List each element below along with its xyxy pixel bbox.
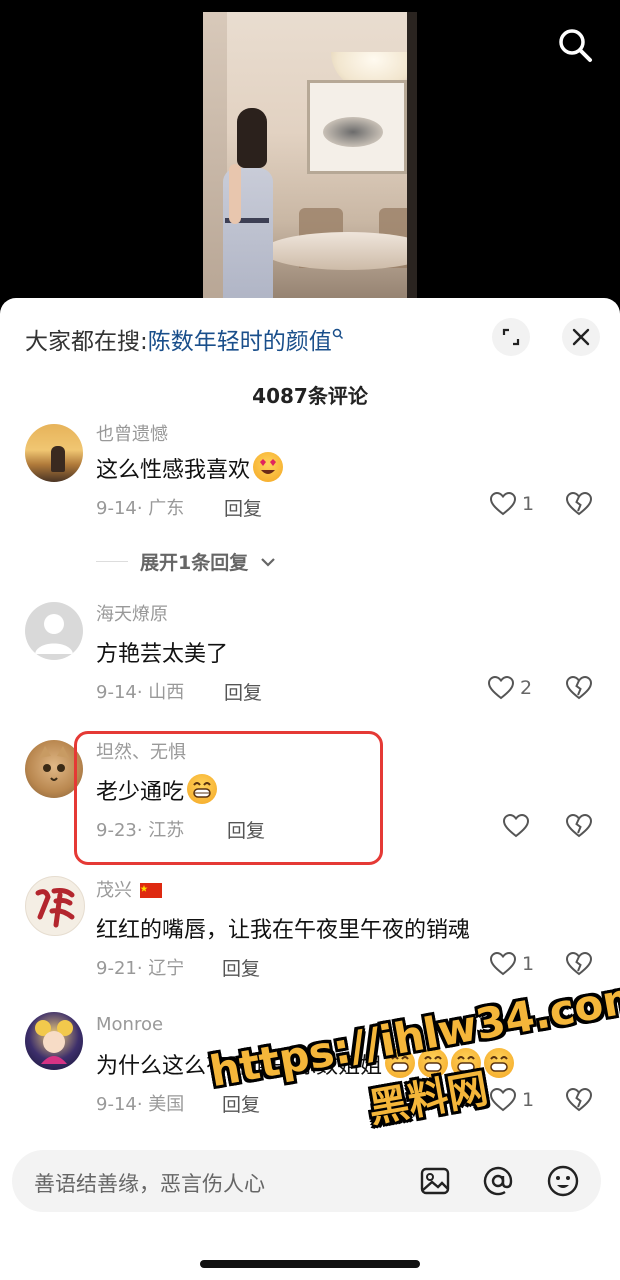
dislike-button[interactable] bbox=[565, 951, 593, 980]
broken-heart-icon bbox=[565, 491, 593, 516]
comment-meta: 9-14· 美国 bbox=[96, 1094, 185, 1115]
dislike-button[interactable] bbox=[565, 1087, 593, 1116]
heart-icon bbox=[488, 676, 514, 700]
comment-text: 这么性感我喜欢 bbox=[96, 452, 284, 484]
comment-meta: 9-14· 山西 bbox=[96, 682, 185, 703]
reply-button[interactable]: 回复 bbox=[222, 1090, 260, 1117]
broken-heart-icon bbox=[565, 813, 593, 838]
username[interactable]: Monroe bbox=[96, 1014, 163, 1035]
grin-emoji bbox=[451, 1048, 482, 1078]
video-player[interactable] bbox=[0, 0, 620, 320]
avatar[interactable] bbox=[25, 1012, 83, 1070]
heart-icon bbox=[503, 814, 529, 838]
list-item: Monroe 为什么这么有味道的陈数姐姐 9-14· 美国 回复 1 bbox=[0, 1012, 620, 1132]
heart-icon bbox=[490, 1088, 516, 1112]
expand-replies[interactable]: 展开1条回复 bbox=[96, 548, 276, 575]
close-icon bbox=[572, 328, 590, 346]
grin-emoji bbox=[385, 1048, 416, 1078]
like-button[interactable]: 1 bbox=[490, 952, 534, 976]
expand-button[interactable] bbox=[492, 318, 530, 356]
list-item: 也曾遗憾 这么性感我喜欢 9-14· 广东 回复 1 bbox=[0, 408, 620, 528]
avatar[interactable] bbox=[25, 424, 83, 482]
heart-icon bbox=[490, 952, 516, 976]
like-count: 1 bbox=[522, 953, 535, 975]
grin-emoji bbox=[418, 1048, 449, 1078]
comment-meta: 9-21· 辽宁 bbox=[96, 958, 185, 979]
list-item: 茂兴 红红的嘴唇，让我在午夜里午夜的销魂 9-21· 辽宁 回复 1 bbox=[0, 874, 620, 994]
divider bbox=[96, 561, 128, 562]
search-suggestion[interactable]: 大家都在搜:陈数年轻时的颜值 bbox=[25, 322, 344, 356]
comment-sheet: 大家都在搜:陈数年轻时的颜值 4087条评论 也曾遗憾 这么性感我喜欢 9-14… bbox=[0, 298, 620, 1280]
dislike-button[interactable] bbox=[565, 675, 593, 704]
heart-eyes-emoji bbox=[253, 452, 284, 482]
comment-input-placeholder[interactable]: 善语结善缘，恶言伤人心 bbox=[34, 1168, 265, 1198]
comment-text: 为什么这么有味道的陈数姐姐 bbox=[96, 1048, 515, 1080]
like-count: 2 bbox=[520, 677, 533, 699]
home-indicator bbox=[200, 1260, 420, 1268]
chevron-down-icon bbox=[261, 557, 276, 567]
suggestion-prefix: 大家都在搜: bbox=[25, 329, 148, 355]
username[interactable]: 茂兴 bbox=[96, 876, 162, 902]
small-search-icon bbox=[332, 329, 343, 340]
comment-input[interactable]: 善语结善缘，恶言伤人心 bbox=[12, 1150, 601, 1212]
like-button[interactable]: 1 bbox=[490, 492, 534, 516]
reply-button[interactable]: 回复 bbox=[222, 954, 260, 981]
like-count: 1 bbox=[522, 493, 535, 515]
heart-icon bbox=[490, 492, 516, 516]
suggestion-keyword[interactable]: 陈数年轻时的颜值 bbox=[148, 329, 332, 355]
close-button[interactable] bbox=[562, 318, 600, 356]
username[interactable]: 也曾遗憾 bbox=[96, 420, 168, 446]
like-button[interactable] bbox=[503, 814, 535, 838]
like-count: 1 bbox=[522, 1089, 535, 1111]
username[interactable]: 海天燎原 bbox=[96, 600, 168, 626]
emoji-icon[interactable] bbox=[546, 1164, 580, 1198]
comment-text: 红红的嘴唇，让我在午夜里午夜的销魂 bbox=[96, 918, 471, 943]
broken-heart-icon bbox=[565, 951, 593, 976]
dislike-button[interactable] bbox=[565, 813, 593, 842]
reply-button[interactable]: 回复 bbox=[224, 494, 262, 521]
expand-icon bbox=[502, 328, 520, 346]
comment-meta: 9-14· 广东 bbox=[96, 498, 185, 519]
grin-emoji bbox=[484, 1048, 515, 1078]
video-subject bbox=[223, 108, 275, 312]
like-button[interactable]: 2 bbox=[488, 676, 532, 700]
china-flag-icon bbox=[139, 883, 162, 898]
highlight-annotation bbox=[74, 731, 383, 865]
expand-replies-label: 展开1条回复 bbox=[140, 552, 249, 574]
video-frame[interactable] bbox=[203, 12, 417, 312]
avatar[interactable] bbox=[25, 876, 85, 936]
dislike-button[interactable] bbox=[565, 491, 593, 520]
avatar[interactable] bbox=[25, 602, 83, 660]
image-icon[interactable] bbox=[418, 1164, 452, 1198]
broken-heart-icon bbox=[565, 675, 593, 700]
like-button[interactable]: 1 bbox=[490, 1088, 534, 1112]
reply-button[interactable]: 回复 bbox=[224, 678, 262, 705]
search-icon[interactable] bbox=[556, 26, 594, 64]
broken-heart-icon bbox=[565, 1087, 593, 1112]
comment-count: 4087条评论 bbox=[252, 384, 368, 408]
list-item: 海天燎原 方艳芸太美了 9-14· 山西 回复 2 bbox=[0, 594, 620, 714]
mention-icon[interactable] bbox=[481, 1164, 515, 1198]
comment-text: 方艳芸太美了 bbox=[96, 642, 229, 667]
